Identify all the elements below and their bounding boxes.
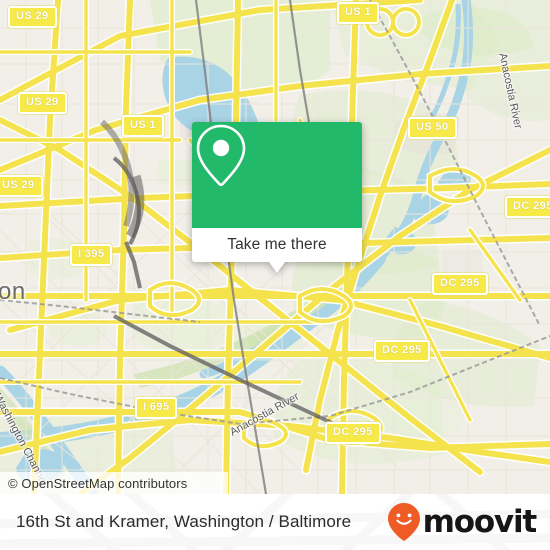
- place-label: on: [0, 278, 26, 305]
- location-popup-card[interactable]: Take me there: [192, 122, 362, 273]
- highway-shield: US 1: [337, 2, 380, 24]
- popup-header: [192, 122, 362, 228]
- footer-bar: 16th St and Kramer, Washington / Baltimo…: [0, 494, 550, 550]
- moovit-map-share-card: .pk{fill:#d9ecc4} .pk2{fill:#e6f0d6} .wd…: [0, 0, 550, 550]
- popup-pointer-tail: [269, 262, 285, 273]
- highway-shield: DC 295: [374, 340, 430, 362]
- moovit-wordmark: moovit: [422, 504, 538, 540]
- map-attribution[interactable]: © OpenStreetMap contributors: [0, 472, 228, 494]
- attribution-text: © OpenStreetMap contributors: [8, 475, 188, 491]
- map-pin-icon: [196, 124, 246, 187]
- location-title: 16th St and Kramer, Washington / Baltimo…: [16, 494, 351, 550]
- moovit-logo[interactable]: moovit: [387, 494, 538, 550]
- highway-shield: US 29: [8, 6, 57, 28]
- highway-shield: I 395: [70, 244, 113, 266]
- moovit-pin-smiley-icon: [387, 503, 420, 541]
- highway-shield: US 50: [408, 117, 457, 139]
- map-canvas[interactable]: .pk{fill:#d9ecc4} .pk2{fill:#e6f0d6} .wd…: [0, 0, 550, 494]
- highway-shield: DC 295: [325, 422, 381, 444]
- take-me-there-button[interactable]: Take me there: [192, 228, 362, 262]
- highway-shield: DC 295: [505, 196, 550, 218]
- take-me-there-label: Take me there: [227, 236, 327, 253]
- location-title-text: 16th St and Kramer, Washington / Baltimo…: [16, 512, 352, 531]
- highway-shield: DC 295: [432, 273, 488, 295]
- highway-shield: I 695: [135, 397, 178, 419]
- highway-shield: US 1: [122, 115, 165, 137]
- highway-shield: US 29: [0, 175, 43, 197]
- highway-shield: US 29: [18, 92, 67, 114]
